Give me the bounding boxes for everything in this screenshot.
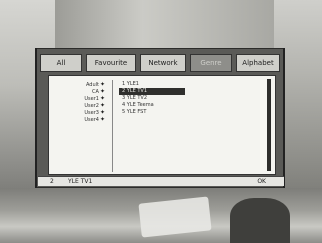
osd-left-edge: [35, 48, 37, 188]
channel-list: 1 YLE1 2 YLE TV1 3 YLE TV2 4 YLE Teema 5…: [119, 81, 269, 116]
channel-label: 3 YLE TV2: [122, 95, 148, 101]
background-object: [230, 198, 290, 243]
channel-label: 5 YLE FST: [122, 109, 147, 115]
tab-alphabet[interactable]: Alphabet: [236, 54, 280, 72]
channel-label: 2 YLE TV1: [119, 88, 185, 95]
channel-number: 2: [50, 178, 54, 185]
tab-favourite[interactable]: Favourite: [86, 54, 136, 72]
channel-item-selected[interactable]: 2 YLE TV1: [119, 88, 269, 95]
scrollbar[interactable]: [267, 79, 271, 171]
group-list: Adult✦ CA✦ User1✦ User2✦ User3✦ User4✦: [49, 81, 111, 123]
column-divider: [112, 80, 113, 172]
channel-name: YLE TV1: [68, 178, 93, 185]
osd-right-edge: [283, 48, 285, 188]
arrow-icon: ✦: [99, 95, 105, 102]
background-paper: [138, 196, 212, 238]
tab-all[interactable]: All: [40, 54, 82, 72]
channel-item[interactable]: 4 YLE Teema: [119, 102, 269, 109]
arrow-icon: ✦: [99, 102, 105, 109]
info-bar: 2 YLE TV1 OK: [38, 176, 284, 186]
channel-label: 4 YLE Teema: [122, 102, 154, 108]
arrow-icon: ✦: [99, 81, 105, 88]
tab-network[interactable]: Network: [140, 54, 186, 72]
group-item[interactable]: User1✦: [49, 95, 111, 102]
group-item[interactable]: CA✦: [49, 88, 111, 95]
group-item[interactable]: User4✦: [49, 116, 111, 123]
ok-hint: OK: [257, 178, 266, 185]
arrow-icon: ✦: [99, 88, 105, 95]
arrow-icon: ✦: [99, 109, 105, 116]
background-top: [55, 0, 274, 48]
channel-item[interactable]: 5 YLE FST: [119, 109, 269, 116]
group-item[interactable]: User3✦: [49, 109, 111, 116]
group-label: User4: [84, 117, 99, 123]
channel-panel: Adult✦ CA✦ User1✦ User2✦ User3✦ User4✦ 1…: [48, 75, 276, 175]
group-item[interactable]: User2✦: [49, 102, 111, 109]
arrow-icon: ✦: [99, 116, 105, 123]
channel-item[interactable]: 1 YLE1: [119, 81, 269, 88]
tab-genre[interactable]: Genre: [190, 54, 232, 72]
group-item[interactable]: Adult✦: [49, 81, 111, 88]
channel-item[interactable]: 3 YLE TV2: [119, 95, 269, 102]
tab-bar: All Favourite Network Genre Alphabet: [40, 54, 280, 72]
channel-label: 1 YLE1: [122, 81, 139, 87]
